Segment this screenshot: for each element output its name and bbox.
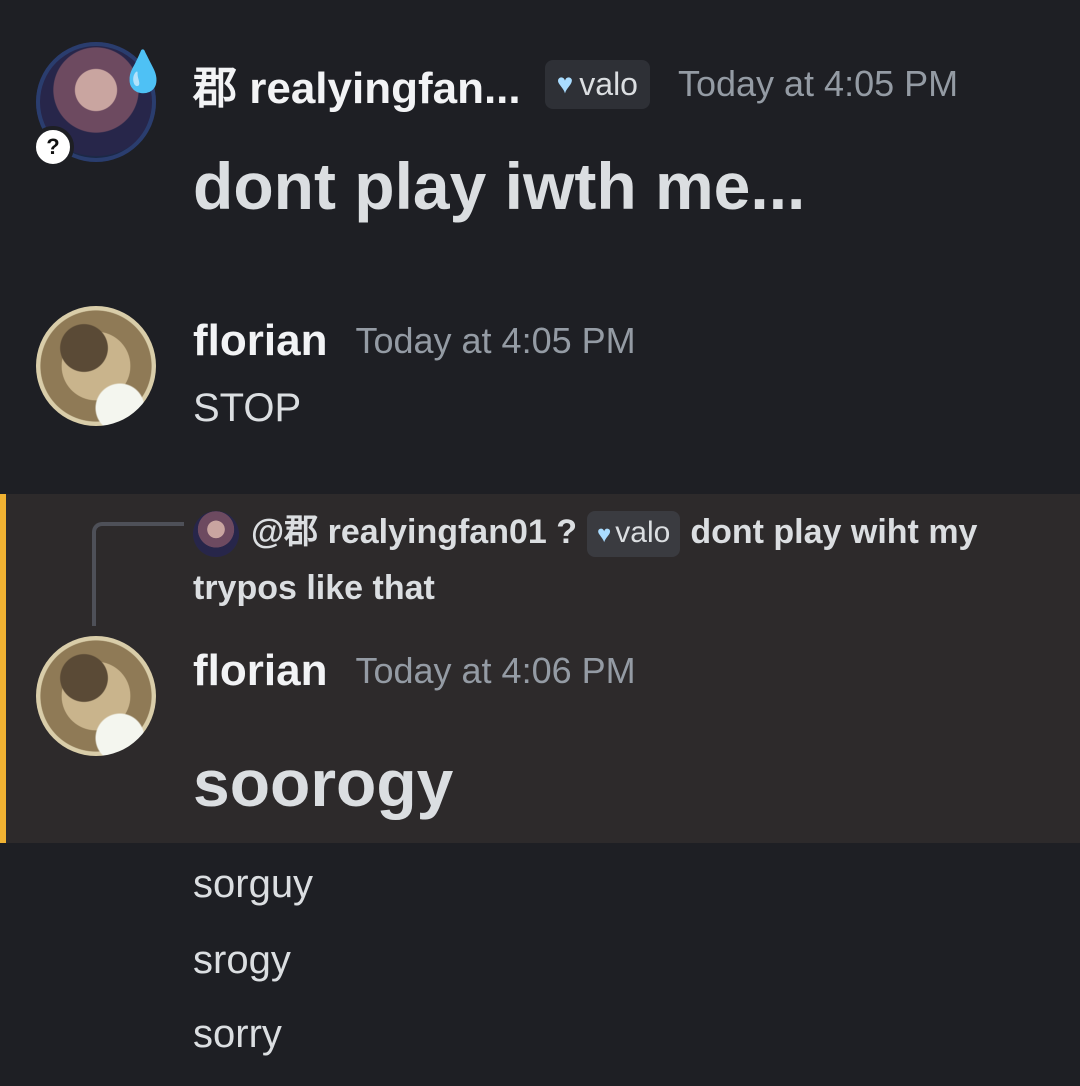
server-tag-label: valo <box>579 65 638 102</box>
avatar[interactable] <box>36 306 156 426</box>
reply-server-tag: ♥ valo <box>587 511 681 558</box>
followup-message: sorry <box>193 1012 282 1056</box>
username[interactable]: florian <box>193 316 327 366</box>
message-text: STOP <box>193 386 302 430</box>
message-text: dont play iwth me... <box>193 149 806 223</box>
message-header: 郡 realyingfan... ♥ valo Today at 4:05 PM <box>193 52 958 116</box>
timestamp: Today at 4:05 PM <box>677 63 959 104</box>
reply-server-tag-label: valo <box>615 516 671 550</box>
reply-avatar <box>193 511 239 558</box>
server-tag[interactable]: ♥ valo <box>544 59 650 109</box>
followup-message: sorguy <box>193 862 314 906</box>
reply-connector <box>92 522 184 626</box>
avatar[interactable] <box>36 636 156 756</box>
timestamp: Today at 4:06 PM <box>355 650 636 691</box>
timestamp: Today at 4:05 PM <box>355 320 636 361</box>
reply-mention[interactable]: @郡 realyingfan01 <box>251 513 547 551</box>
mention-highlight-bar <box>0 494 6 843</box>
username[interactable]: florian <box>193 646 327 696</box>
message-header: florian Today at 4:05 PM <box>193 316 636 366</box>
heart-icon: ♥ <box>597 521 612 549</box>
status-unknown-icon: ? <box>32 126 74 168</box>
reply-preview[interactable]: @郡 realyingfan01 ? ♥ valo dont play wiht my… <box>193 504 1033 616</box>
sweat-drop-icon: 💧 <box>118 50 168 94</box>
followup-message: srogy <box>193 938 291 982</box>
message-header: florian Today at 4:06 PM <box>193 646 636 696</box>
username[interactable]: 郡 realyingfan... <box>193 52 521 116</box>
message-text: soorogy <box>193 746 454 820</box>
heart-icon: ♥ <box>556 68 574 99</box>
reply-status: ? <box>556 513 578 551</box>
